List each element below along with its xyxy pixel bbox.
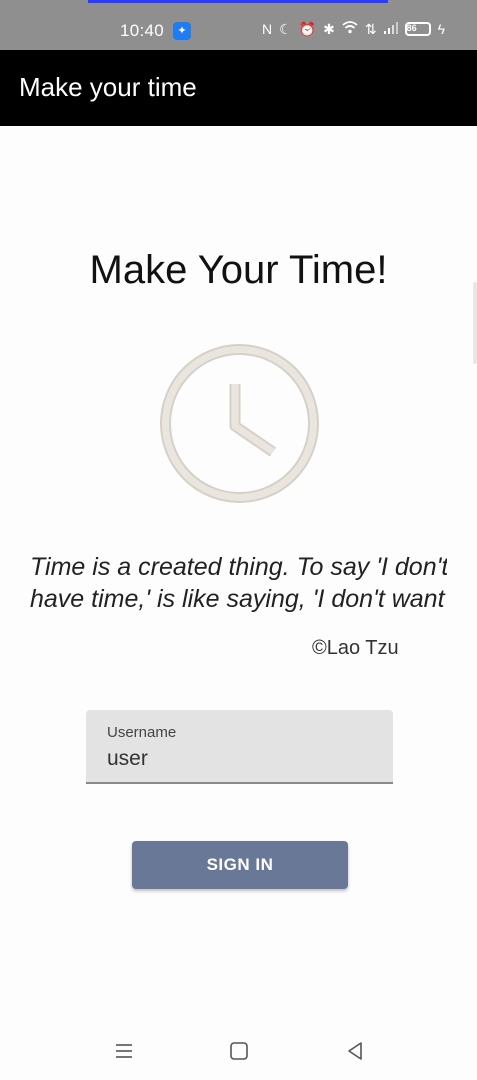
wifi-icon: [342, 21, 358, 36]
data-icon: ⇅: [364, 20, 377, 37]
quote-line-2: have time,' is like saying, 'I don't wan…: [30, 585, 447, 613]
status-icons: N ☾ ⏰ ✱ ⇅ 86 ϟ: [262, 21, 445, 36]
app-bar: Make your time: [0, 50, 477, 126]
battery-icon: 86: [404, 21, 431, 36]
clock-icon: [160, 344, 319, 503]
app-notification-icon: ✦: [173, 22, 191, 40]
app-screen: 10:40 ✦ N ☾ ⏰ ✱ ⇅ 86 ϟ Make your time Ma…: [0, 0, 477, 1080]
charging-icon: ϟ: [437, 20, 446, 37]
username-field[interactable]: Username: [86, 710, 393, 784]
status-time: 10:40: [120, 21, 165, 40]
quote-line-1: Time is a created thing. To say 'I don't: [30, 553, 447, 581]
app-bar-title: Make your time: [19, 72, 197, 102]
navigation-bar: [0, 1020, 477, 1080]
page-title: Make Your Time!: [89, 248, 388, 292]
username-input[interactable]: [107, 747, 377, 771]
status-progress-line: [88, 0, 388, 3]
scroll-indicator: [473, 282, 477, 364]
moon-icon: ☾: [279, 20, 292, 37]
home-icon[interactable]: [228, 1040, 250, 1062]
signal-icon: [383, 21, 398, 36]
quote-text: Time is a created thing. To say 'I don't…: [30, 551, 447, 615]
quote-author: ©Lao Tzu: [312, 637, 399, 659]
back-icon[interactable]: [344, 1040, 366, 1062]
sign-in-button[interactable]: SIGN IN: [132, 841, 348, 889]
menu-icon[interactable]: [113, 1040, 135, 1062]
nfc-icon: N: [262, 20, 273, 37]
username-label: Username: [107, 724, 177, 741]
alarm-icon: ⏰: [298, 20, 317, 37]
bluetooth-icon: ✱: [323, 20, 335, 37]
